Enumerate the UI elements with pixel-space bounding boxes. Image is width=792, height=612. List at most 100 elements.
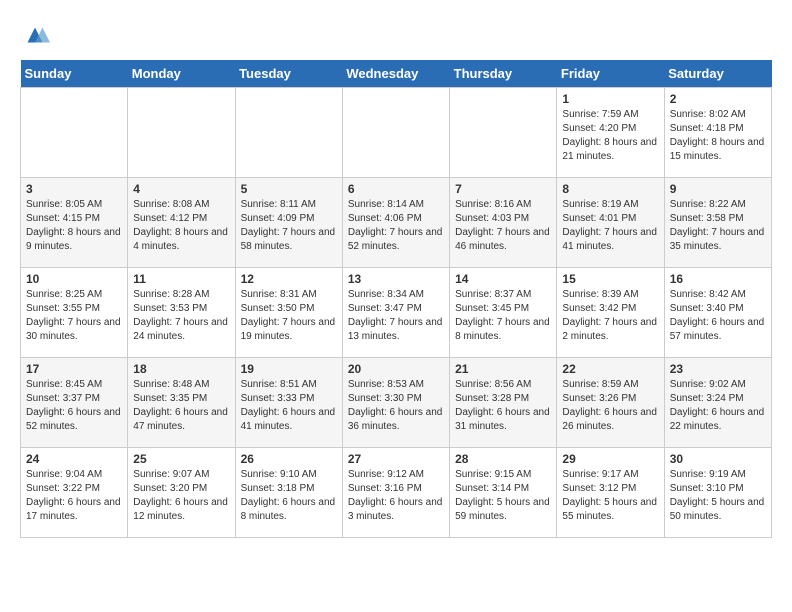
calendar-cell: 6 Sunrise: 8:14 AM Sunset: 4:06 PM Daylig… bbox=[342, 178, 449, 268]
calendar-cell: 3 Sunrise: 8:05 AM Sunset: 4:15 PM Daylig… bbox=[21, 178, 128, 268]
calendar-cell: 24 Sunrise: 9:04 AM Sunset: 3:22 PM Dayli… bbox=[21, 448, 128, 538]
day-number: 16 bbox=[670, 272, 766, 286]
calendar-cell: 26Sunrise: 9:10 AM Sunset: 3:18 PM Dayli… bbox=[235, 448, 342, 538]
calendar-cell bbox=[450, 88, 557, 178]
day-number: 17 bbox=[26, 362, 122, 376]
weekday-header: Tuesday bbox=[235, 60, 342, 88]
day-number: 11 bbox=[133, 272, 229, 286]
day-number: 13 bbox=[348, 272, 444, 286]
day-info: Sunrise: 9:02 AM Sunset: 3:24 PM Dayligh… bbox=[670, 378, 766, 434]
day-number: 22 bbox=[562, 362, 658, 376]
calendar-cell bbox=[21, 88, 128, 178]
calendar-week-row: 1 Sunrise: 7:59 AM Sunset: 4:20 PM Daylig… bbox=[21, 88, 772, 178]
day-info: Sunrise: 8:39 AM Sunset: 3:42 PM Dayligh… bbox=[562, 288, 658, 344]
calendar-cell: 5 Sunrise: 8:11 AM Sunset: 4:09 PM Daylig… bbox=[235, 178, 342, 268]
calendar-cell: 30 Sunrise: 9:19 AM Sunset: 3:10 PM Dayli… bbox=[664, 448, 771, 538]
day-number: 27 bbox=[348, 452, 444, 466]
day-info: Sunrise: 8:25 AM Sunset: 3:55 PM Dayligh… bbox=[26, 288, 122, 344]
day-info: Sunrise: 9:17 AM Sunset: 3:12 PM Dayligh… bbox=[562, 468, 658, 524]
day-info: Sunrise: 8:53 AM Sunset: 3:30 PM Dayligh… bbox=[348, 378, 444, 434]
calendar-week-row: 3 Sunrise: 8:05 AM Sunset: 4:15 PM Daylig… bbox=[21, 178, 772, 268]
calendar-cell: 28 Sunrise: 9:15 AM Sunset: 3:14 PM Dayli… bbox=[450, 448, 557, 538]
day-info: Sunrise: 8:14 AM Sunset: 4:06 PM Dayligh… bbox=[348, 198, 444, 254]
day-info: Sunrise: 8:19 AM Sunset: 4:01 PM Dayligh… bbox=[562, 198, 658, 254]
day-number: 14 bbox=[455, 272, 551, 286]
day-number: 24 bbox=[26, 452, 122, 466]
day-info: Sunrise: 8:11 AM Sunset: 4:09 PM Dayligh… bbox=[241, 198, 337, 254]
calendar-cell: 13Sunrise: 8:34 AM Sunset: 3:47 PM Dayli… bbox=[342, 268, 449, 358]
day-info: Sunrise: 8:45 AM Sunset: 3:37 PM Dayligh… bbox=[26, 378, 122, 434]
calendar-cell: 1 Sunrise: 7:59 AM Sunset: 4:20 PM Daylig… bbox=[557, 88, 664, 178]
calendar-cell bbox=[128, 88, 235, 178]
day-number: 20 bbox=[348, 362, 444, 376]
calendar-cell: 18Sunrise: 8:48 AM Sunset: 3:35 PM Dayli… bbox=[128, 358, 235, 448]
day-number: 18 bbox=[133, 362, 229, 376]
weekday-header: Wednesday bbox=[342, 60, 449, 88]
calendar-week-row: 17 Sunrise: 8:45 AM Sunset: 3:37 PM Dayli… bbox=[21, 358, 772, 448]
calendar-table: SundayMondayTuesdayWednesdayThursdayFrid… bbox=[20, 60, 772, 538]
day-info: Sunrise: 8:51 AM Sunset: 3:33 PM Dayligh… bbox=[241, 378, 337, 434]
day-number: 8 bbox=[562, 182, 658, 196]
weekday-header: Thursday bbox=[450, 60, 557, 88]
calendar-cell bbox=[342, 88, 449, 178]
calendar-cell: 7Sunrise: 8:16 AM Sunset: 4:03 PM Daylig… bbox=[450, 178, 557, 268]
calendar-cell: 20 Sunrise: 8:53 AM Sunset: 3:30 PM Dayli… bbox=[342, 358, 449, 448]
calendar-cell: 9 Sunrise: 8:22 AM Sunset: 3:58 PM Daylig… bbox=[664, 178, 771, 268]
day-number: 4 bbox=[133, 182, 229, 196]
day-number: 25 bbox=[133, 452, 229, 466]
day-info: Sunrise: 8:16 AM Sunset: 4:03 PM Dayligh… bbox=[455, 198, 551, 254]
day-info: Sunrise: 9:07 AM Sunset: 3:20 PM Dayligh… bbox=[133, 468, 229, 524]
calendar-week-row: 24 Sunrise: 9:04 AM Sunset: 3:22 PM Dayli… bbox=[21, 448, 772, 538]
day-info: Sunrise: 9:04 AM Sunset: 3:22 PM Dayligh… bbox=[26, 468, 122, 524]
day-info: Sunrise: 8:31 AM Sunset: 3:50 PM Dayligh… bbox=[241, 288, 337, 344]
calendar-cell: 8 Sunrise: 8:19 AM Sunset: 4:01 PM Daylig… bbox=[557, 178, 664, 268]
day-number: 12 bbox=[241, 272, 337, 286]
calendar-cell: 12 Sunrise: 8:31 AM Sunset: 3:50 PM Dayli… bbox=[235, 268, 342, 358]
day-number: 1 bbox=[562, 92, 658, 106]
calendar-cell bbox=[235, 88, 342, 178]
logo-icon bbox=[20, 20, 50, 50]
weekday-header: Monday bbox=[128, 60, 235, 88]
day-number: 30 bbox=[670, 452, 766, 466]
day-number: 10 bbox=[26, 272, 122, 286]
calendar-cell: 21Sunrise: 8:56 AM Sunset: 3:28 PM Dayli… bbox=[450, 358, 557, 448]
calendar-week-row: 10 Sunrise: 8:25 AM Sunset: 3:55 PM Dayli… bbox=[21, 268, 772, 358]
day-number: 3 bbox=[26, 182, 122, 196]
calendar-cell: 19Sunrise: 8:51 AM Sunset: 3:33 PM Dayli… bbox=[235, 358, 342, 448]
day-info: Sunrise: 8:42 AM Sunset: 3:40 PM Dayligh… bbox=[670, 288, 766, 344]
day-number: 26 bbox=[241, 452, 337, 466]
calendar-cell: 25 Sunrise: 9:07 AM Sunset: 3:20 PM Dayli… bbox=[128, 448, 235, 538]
calendar-cell: 23 Sunrise: 9:02 AM Sunset: 3:24 PM Dayli… bbox=[664, 358, 771, 448]
calendar-cell: 4 Sunrise: 8:08 AM Sunset: 4:12 PM Daylig… bbox=[128, 178, 235, 268]
day-info: Sunrise: 8:59 AM Sunset: 3:26 PM Dayligh… bbox=[562, 378, 658, 434]
day-info: Sunrise: 9:19 AM Sunset: 3:10 PM Dayligh… bbox=[670, 468, 766, 524]
calendar-cell: 27Sunrise: 9:12 AM Sunset: 3:16 PM Dayli… bbox=[342, 448, 449, 538]
calendar-cell: 29 Sunrise: 9:17 AM Sunset: 3:12 PM Dayli… bbox=[557, 448, 664, 538]
calendar-cell: 22 Sunrise: 8:59 AM Sunset: 3:26 PM Dayli… bbox=[557, 358, 664, 448]
logo bbox=[20, 20, 54, 50]
day-info: Sunrise: 8:08 AM Sunset: 4:12 PM Dayligh… bbox=[133, 198, 229, 254]
day-info: Sunrise: 8:22 AM Sunset: 3:58 PM Dayligh… bbox=[670, 198, 766, 254]
calendar-cell: 2Sunrise: 8:02 AM Sunset: 4:18 PM Daylig… bbox=[664, 88, 771, 178]
calendar-cell: 10 Sunrise: 8:25 AM Sunset: 3:55 PM Dayli… bbox=[21, 268, 128, 358]
weekday-header: Friday bbox=[557, 60, 664, 88]
calendar-cell: 14Sunrise: 8:37 AM Sunset: 3:45 PM Dayli… bbox=[450, 268, 557, 358]
day-info: Sunrise: 9:15 AM Sunset: 3:14 PM Dayligh… bbox=[455, 468, 551, 524]
calendar-cell: 17 Sunrise: 8:45 AM Sunset: 3:37 PM Dayli… bbox=[21, 358, 128, 448]
day-info: Sunrise: 8:28 AM Sunset: 3:53 PM Dayligh… bbox=[133, 288, 229, 344]
day-number: 6 bbox=[348, 182, 444, 196]
header-row: SundayMondayTuesdayWednesdayThursdayFrid… bbox=[21, 60, 772, 88]
weekday-header: Saturday bbox=[664, 60, 771, 88]
calendar-cell: 16 Sunrise: 8:42 AM Sunset: 3:40 PM Dayli… bbox=[664, 268, 771, 358]
day-number: 5 bbox=[241, 182, 337, 196]
day-number: 23 bbox=[670, 362, 766, 376]
day-number: 29 bbox=[562, 452, 658, 466]
day-number: 2 bbox=[670, 92, 766, 106]
day-number: 15 bbox=[562, 272, 658, 286]
day-number: 9 bbox=[670, 182, 766, 196]
day-info: Sunrise: 8:05 AM Sunset: 4:15 PM Dayligh… bbox=[26, 198, 122, 254]
day-info: Sunrise: 7:59 AM Sunset: 4:20 PM Dayligh… bbox=[562, 108, 658, 164]
day-number: 21 bbox=[455, 362, 551, 376]
weekday-header: Sunday bbox=[21, 60, 128, 88]
day-number: 28 bbox=[455, 452, 551, 466]
